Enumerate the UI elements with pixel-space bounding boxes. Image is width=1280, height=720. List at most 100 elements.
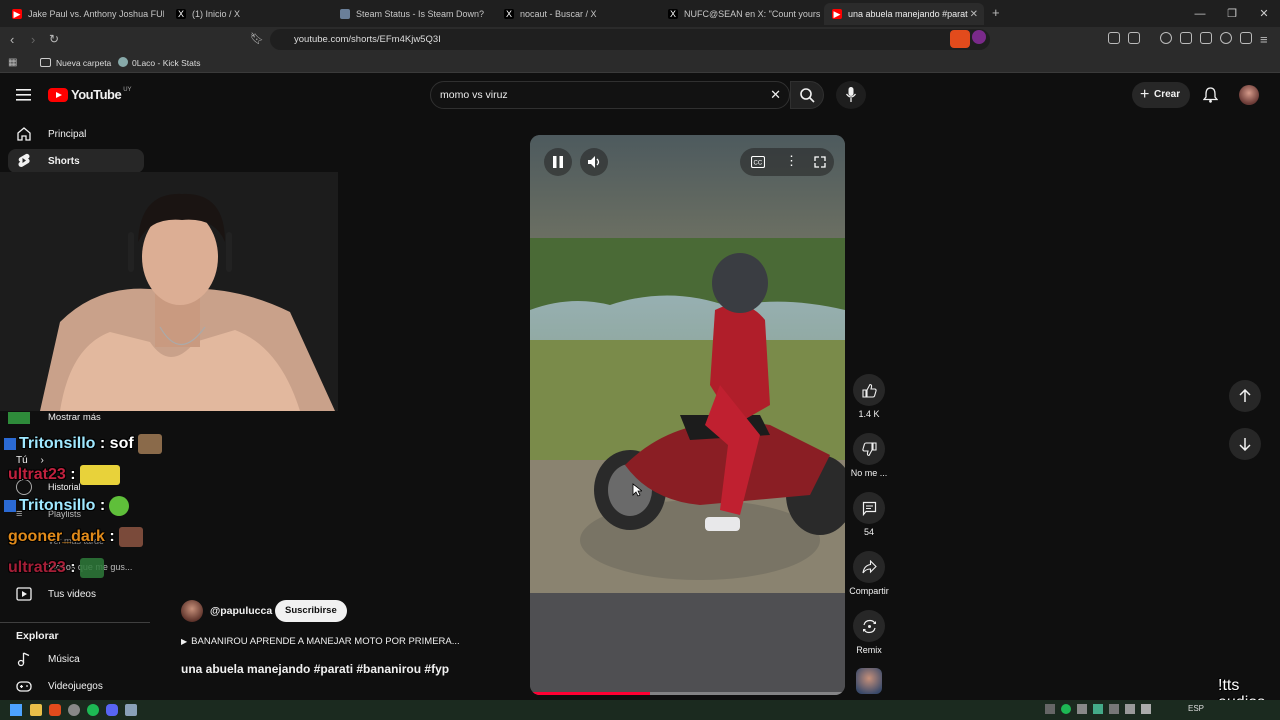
forward-icon[interactable]: › bbox=[31, 32, 35, 47]
previous-short-button[interactable] bbox=[1229, 380, 1261, 412]
brave-shield-icon[interactable] bbox=[950, 30, 970, 48]
leo-ai-icon[interactable] bbox=[1220, 32, 1232, 44]
share-button[interactable]: Compartir bbox=[842, 551, 896, 596]
microphone-tray-icon[interactable] bbox=[1077, 704, 1087, 714]
player-controls-group: CC ⋮ bbox=[740, 148, 834, 176]
restore-icon[interactable]: ❐ bbox=[1216, 7, 1248, 20]
sidebar-item-principal[interactable]: Principal bbox=[8, 122, 144, 146]
search-icon bbox=[800, 88, 815, 103]
show-more-link[interactable]: Mostrar más bbox=[48, 412, 101, 423]
more-options-icon[interactable]: ⋮ bbox=[785, 153, 798, 169]
apps-grid-icon[interactable]: ▦ bbox=[8, 57, 17, 68]
browser-tab[interactable]: X (1) Inicio / X bbox=[168, 3, 328, 25]
sidebar-item-tus-videos[interactable]: Tus videos bbox=[8, 582, 144, 606]
url-field[interactable]: youtube.com/shorts/EFm4Kjw5Q3I bbox=[270, 29, 990, 50]
your-videos-icon bbox=[16, 587, 32, 601]
arrow-down-icon bbox=[1239, 438, 1251, 451]
subscriber-badge-icon bbox=[4, 438, 16, 450]
next-short-button[interactable] bbox=[1229, 428, 1261, 460]
subscribe-button[interactable]: Suscribirse bbox=[275, 600, 347, 622]
panel-icon[interactable] bbox=[1180, 32, 1192, 44]
close-tab-icon[interactable]: ✕ bbox=[970, 9, 978, 20]
thumbs-up-icon bbox=[861, 383, 877, 398]
microphone-icon bbox=[846, 87, 856, 102]
new-tab-icon[interactable]: + bbox=[992, 5, 1000, 20]
volume-icon bbox=[588, 156, 600, 168]
remix-button[interactable]: Remix bbox=[848, 610, 890, 655]
hamburger-menu-icon[interactable] bbox=[16, 88, 32, 102]
vpn-icon[interactable] bbox=[1240, 32, 1252, 44]
channel-handle[interactable]: @papulucca bbox=[210, 605, 272, 617]
volume-tray-icon[interactable] bbox=[1141, 704, 1151, 714]
close-window-icon[interactable]: ✕ bbox=[1248, 7, 1280, 20]
menu-icon[interactable]: ≡ bbox=[1260, 32, 1268, 47]
progress-track[interactable] bbox=[530, 692, 845, 695]
tray-icon[interactable] bbox=[1093, 704, 1103, 714]
app-icon[interactable] bbox=[68, 704, 80, 716]
browser-tab-active[interactable]: ▶ una abuela manejando #parat ✕ bbox=[824, 3, 984, 25]
browser-tab[interactable]: ▶ Jake Paul vs. Anthony Joshua FULL H bbox=[4, 3, 164, 25]
language-indicator[interactable]: ESP bbox=[1188, 704, 1204, 713]
minimize-icon[interactable]: — bbox=[1184, 8, 1216, 20]
plus-icon: + bbox=[1140, 86, 1150, 103]
music-queue-icon[interactable] bbox=[1160, 32, 1172, 44]
pause-button[interactable] bbox=[544, 148, 572, 176]
bookmark-folder[interactable]: Nueva carpeta bbox=[56, 58, 111, 68]
emote-icon bbox=[118, 527, 143, 547]
search-input[interactable]: momo vs viruz ✕ bbox=[430, 81, 790, 109]
arrow-up-icon bbox=[1239, 389, 1251, 402]
rewards-icon[interactable] bbox=[972, 30, 986, 44]
explore-section-title: Explorar bbox=[16, 630, 59, 642]
create-button[interactable]: + Crear bbox=[1132, 82, 1190, 108]
spotify-tray-icon[interactable] bbox=[1061, 704, 1071, 714]
remix-circle bbox=[853, 610, 885, 642]
discord-icon[interactable] bbox=[106, 704, 118, 716]
steam-taskbar-icon[interactable] bbox=[125, 704, 137, 716]
clear-search-icon[interactable]: ✕ bbox=[770, 82, 781, 108]
file-explorer-icon[interactable] bbox=[30, 704, 42, 716]
x-icon: X bbox=[176, 9, 186, 19]
browser-tab[interactable]: Steam Status - Is Steam Down? bbox=[332, 3, 492, 25]
x-icon: X bbox=[504, 9, 514, 19]
search-button[interactable] bbox=[790, 81, 824, 109]
wallet-icon[interactable] bbox=[1200, 32, 1212, 44]
playlist-link[interactable]: ▶ BANANIROU APRENDE A MANEJAR MOTO POR PR… bbox=[181, 636, 460, 647]
sound-thumbnail[interactable] bbox=[856, 668, 882, 694]
browser-tab[interactable]: X NUFC@SEAN en X: "Count yourself l bbox=[660, 3, 820, 25]
tray-icon[interactable] bbox=[1109, 704, 1119, 714]
dislike-button[interactable]: No me ... bbox=[848, 433, 890, 478]
voice-search-button[interactable] bbox=[836, 81, 866, 109]
brave-browser-icon[interactable] bbox=[49, 704, 61, 716]
shorts-video-player[interactable] bbox=[530, 135, 845, 695]
captions-icon[interactable]: CC bbox=[751, 156, 765, 168]
fullscreen-icon[interactable] bbox=[814, 156, 826, 168]
youtube-logo[interactable]: YouTube UY bbox=[48, 87, 132, 102]
bookmark-link[interactable]: 0Laco - Kick Stats bbox=[132, 58, 201, 68]
sidebar-icon[interactable] bbox=[1128, 32, 1140, 44]
back-icon[interactable]: ‹ bbox=[10, 32, 14, 47]
reload-icon[interactable]: ↻ bbox=[49, 32, 59, 46]
tray-icon[interactable] bbox=[1045, 704, 1055, 714]
playlist-label: BANANIROU APRENDE A MANEJAR MOTO POR PRI… bbox=[191, 636, 460, 647]
sidebar-item-videojuegos[interactable]: Videojuegos bbox=[8, 674, 144, 698]
comments-button[interactable]: 54 bbox=[848, 492, 890, 537]
sidebar-item-musica[interactable]: Música bbox=[8, 647, 144, 671]
like-button[interactable]: 1.4 K bbox=[848, 374, 890, 419]
create-label: Crear bbox=[1154, 89, 1181, 100]
notifications-bell-icon[interactable] bbox=[1203, 87, 1218, 103]
user-avatar[interactable] bbox=[1239, 85, 1259, 105]
bookmark-icon[interactable]: 🔖︎ bbox=[250, 32, 264, 45]
browser-tab[interactable]: X nocaut - Buscar / X bbox=[496, 3, 656, 25]
channel-avatar[interactable] bbox=[181, 600, 203, 622]
sidebar-item-shorts[interactable]: Shorts bbox=[8, 149, 144, 173]
network-icon[interactable] bbox=[1125, 704, 1135, 714]
extensions-icon[interactable] bbox=[1108, 32, 1120, 44]
chat-username: gooner_dark bbox=[8, 528, 105, 546]
tab-title: Jake Paul vs. Anthony Joshua FULL H bbox=[28, 9, 164, 19]
share-circle bbox=[853, 551, 885, 583]
chat-message: ultrat23 : bbox=[8, 465, 120, 485]
start-icon[interactable] bbox=[10, 704, 22, 716]
spotify-icon[interactable] bbox=[87, 704, 99, 716]
volume-button[interactable] bbox=[580, 148, 608, 176]
comment-icon bbox=[862, 501, 876, 516]
